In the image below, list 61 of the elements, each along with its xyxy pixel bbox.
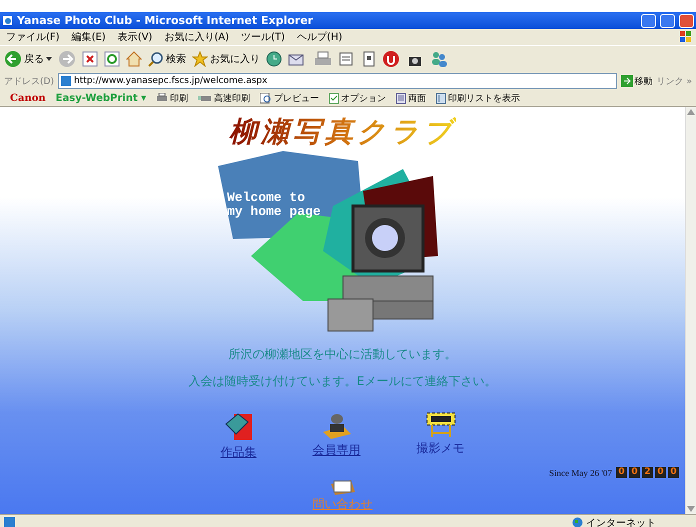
refresh-icon[interactable]: [104, 51, 120, 67]
info-text: 所沢の柳瀬地区を中心に活動しています。: [228, 346, 456, 363]
restore-button[interactable]: [660, 14, 675, 28]
options-button[interactable]: オプション: [329, 92, 386, 104]
arrow-icon: [620, 75, 633, 87]
counter-digit: 0: [616, 467, 627, 478]
welcome-text: Welcome to my home page: [226, 190, 320, 219]
page-icon: [60, 76, 71, 86]
menu-item[interactable]: お気に入り(A): [164, 30, 229, 44]
construction-sign-icon: [426, 412, 456, 438]
nav-label: 撮影メモ: [416, 440, 464, 457]
envelope-icon: [328, 478, 356, 496]
star-icon: [192, 51, 208, 67]
list-icon: [436, 92, 446, 104]
home-icon[interactable]: [126, 51, 142, 67]
device-icon[interactable]: [362, 51, 376, 67]
back-button[interactable]: 戻る: [4, 50, 52, 68]
people-icon[interactable]: [430, 50, 448, 68]
list-button[interactable]: 印刷リストを表示: [436, 92, 520, 104]
page-icon: [4, 517, 15, 527]
favorites-button[interactable]: お気に入り: [192, 51, 260, 67]
close-button[interactable]: [679, 14, 694, 28]
caret-icon: [46, 57, 52, 61]
links-button[interactable]: リンク »: [656, 74, 692, 88]
menu-item[interactable]: ツール(T): [241, 30, 285, 44]
window-title: Yanase Photo Club - Microsoft Internet Explorer: [17, 14, 314, 27]
minimize-button[interactable]: [641, 14, 656, 28]
counter-digit: 0: [668, 467, 679, 478]
page-icon: [2, 15, 13, 26]
scrollbar[interactable]: [685, 107, 696, 514]
print-button[interactable]: 印刷: [156, 92, 188, 104]
stamp-icon: [320, 412, 352, 440]
brand-label: Canon: [10, 92, 46, 104]
menu-item[interactable]: 表示(V): [118, 30, 152, 44]
globe-icon: [572, 517, 583, 527]
go-button[interactable]: 移動: [620, 74, 653, 88]
checklist-icon: [329, 92, 340, 104]
scroll-down-icon[interactable]: [687, 506, 695, 512]
menu-item[interactable]: ヘルプ(H): [296, 30, 342, 44]
counter-digit: 2: [642, 467, 653, 478]
search-button[interactable]: 検索: [148, 51, 186, 67]
book-icon: [224, 412, 254, 442]
windows-logo-icon: [680, 31, 692, 43]
zone-indicator: インターネット: [572, 516, 656, 527]
scroll-up-icon[interactable]: [687, 109, 695, 115]
magnifier-icon: [260, 92, 272, 104]
stop-icon[interactable]: [82, 51, 98, 67]
counter-digit: 0: [629, 467, 640, 478]
history-icon[interactable]: [266, 51, 282, 67]
preview-button[interactable]: プレビュー: [260, 92, 320, 104]
counter-digit: 0: [655, 467, 666, 478]
since-text: Since May 26 '07: [549, 468, 612, 478]
menu-item[interactable]: ファイル(F): [6, 30, 60, 44]
address-label: アドレス(D): [4, 76, 54, 88]
duplex-button[interactable]: 両面: [396, 92, 426, 104]
address-field[interactable]: http://www.yanasepc.fscs.jp/welcome.aspx: [58, 73, 617, 89]
search-icon: [148, 51, 164, 67]
menu-item[interactable]: 編集(E): [72, 30, 106, 44]
pages-icon: [396, 92, 406, 104]
fast-button[interactable]: 高速印刷: [198, 92, 250, 104]
info-text: 入会は随時受け付けています。Eメールにて連絡下さい。: [188, 373, 496, 390]
